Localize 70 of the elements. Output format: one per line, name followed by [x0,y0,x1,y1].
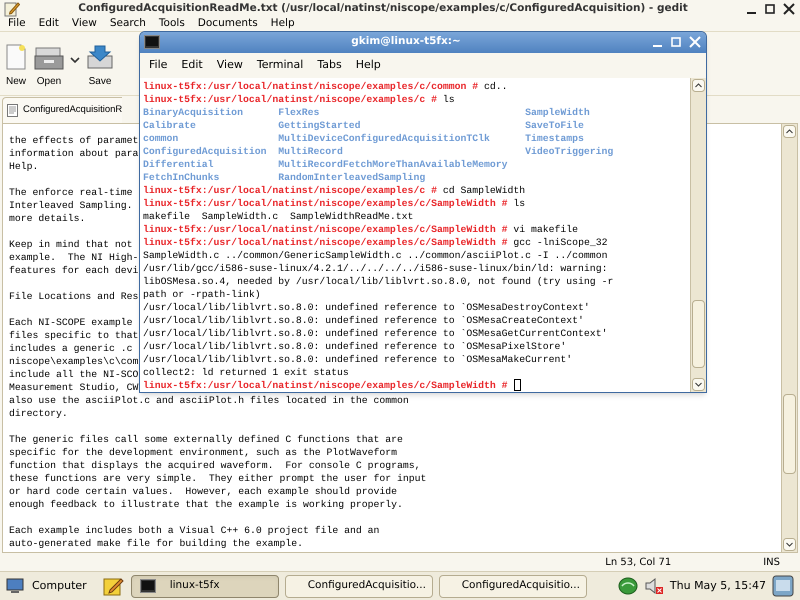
shell-command: vi makefile [512,223,578,236]
window-title: ConfiguredAcquisitionReadMe.txt (/usr/local/natinst/niscope/examples/c/ConfiguredAcquisition) - gedit [78,0,688,16]
directory-name: ConfiguredAcquisition [143,146,266,157]
directory-name: RandomInterleavedSampling [278,172,426,183]
terminal-output: /usr/local/lib/liblvrt.so.8.0: undefined reference to `OSMesaMakeCurrent' [143,353,572,366]
text-line: directory. [9,407,68,420]
text-line: Help. [9,160,38,173]
text-line: example. The NI High- [9,251,138,264]
directory-name: MultiRecord [278,146,343,157]
text-line: enough feedback to illustrate that the example is working properly. [9,498,403,511]
shell-prompt: linux-t5fx:/usr/local/natinst/niscope/examples/c/common # [143,80,478,93]
directory-name: MultiDeviceConfiguredAcquisitionTClk [278,133,490,144]
text-line: more details. [9,212,86,225]
directory-name: MultiRecordFetchMoreThanAvailableMemory [278,159,508,170]
text-line: Keep in mind that not [9,238,132,251]
shell-command: ls [442,93,455,106]
text-line: auto-generated make file for building the example. [9,537,303,550]
shell-prompt: linux-t5fx:/usr/local/natinst/niscope/examples/c/SampleWidth # [143,379,508,392]
terminal-output: libOSMesa.so.4, needed by /usr/local/lib/liblvrt.so.8.0, not found (try using -r [143,275,614,288]
text-line: information about para [9,147,138,160]
cursor-position: Ln 53, Col 71 [605,556,672,570]
terminal-output: SampleWidth.c ../common/GenericSampleWidth.c ../common/asciiPlot.c -I ../common [143,249,608,262]
text-line: the effects of paramet [9,134,138,147]
terminal-output: collect2: ld returned 1 exit status [143,366,349,379]
text-line: or hard code certain values. However, each example should provide [9,485,398,498]
shell-prompt: linux-t5fx:/usr/local/natinst/niscope/examples/c/SampleWidth # [143,197,508,210]
terminal-output: /usr/local/lib/liblvrt.so.8.0: undefined reference to `OSMesaGetCurrentContext' [143,327,608,340]
shell-command: cd.. [482,80,508,93]
text-line: function that displays the acquired waveform. For console C programs, [9,459,421,472]
terminal-output: /usr/lib/gcc/i586-suse-linux/4.2.1/../../../../i586-suse-linux/bin/ld: warning: [143,262,608,275]
text-line: Each example includes both a Visual C++ 6.0 project file and an [9,524,380,537]
shell-prompt: linux-t5fx:/usr/local/natinst/niscope/examples/c/SampleWidth # [143,223,508,236]
text-line: The generic files call some externally defined C functions that are [9,433,403,446]
terminal-output: path or -rpath-link) [143,288,261,301]
directory-name: VideoTriggering [525,146,614,157]
directory-name: FlexRes [278,107,320,118]
text-line: also use the asciiPlot.c and asciiPlot.h files located in the common [9,394,409,407]
text-line: these functions are very simple. They either prompt the user for input [9,472,426,485]
terminal-output: /usr/local/lib/liblvrt.so.8.0: undefined reference to `OSMesaCreateContext' [143,314,584,327]
text-line: includes a generic .c [9,342,132,355]
shell-prompt: linux-t5fx:/usr/local/natinst/niscope/examples/c # [143,93,437,106]
text-line: features for each devi [9,264,138,277]
shell-prompt: linux-t5fx:/usr/local/natinst/niscope/examples/c # [143,184,437,197]
directory-name: SampleWidth [525,107,590,118]
text-line: include all the NI-SCO [9,368,138,381]
directory-name: Timestamps [525,133,584,144]
text-line: Each NI-SCOPE example [9,316,132,329]
directory-name: GettingStarted [278,120,361,131]
directory-name: BinaryAcquisition [143,107,243,118]
text-line: The enforce real-time [9,186,132,199]
text-line: specific for the development environment, such as the PlotWaveform [9,446,398,459]
terminal-output: /usr/local/lib/liblvrt.so.8.0: undefined reference to `OSMesaDestroyContext' [143,301,590,314]
text-line: niscope\examples\c\com [9,355,138,368]
window-title: gkim@linux-t5fx:~ [351,34,461,50]
directory-name: Differential [143,159,214,170]
shell-command: ls [512,197,526,210]
text-line: files specific to that [9,329,138,342]
text-line: Measurement Studio, CW [9,381,138,394]
directory-name: common [143,133,178,144]
directory-name: SaveToFile [525,120,584,131]
insert-mode: INS [763,556,780,570]
text-line: Interleaved Sampling. [9,199,132,212]
shell-prompt: linux-t5fx:/usr/local/natinst/niscope/examples/c/SampleWidth # [143,236,508,249]
directory-name: FetchInChunks [143,172,220,183]
shell-command: cd SampleWidth [442,184,526,197]
directory-name: Calibrate [143,120,196,131]
terminal-output: /usr/local/lib/liblvrt.so.8.0: undefined reference to `OSMesaPixelStore' [143,340,566,353]
shell-command: gcc -lniScope_32 [512,236,608,249]
text-line: File Locations and Res [9,290,138,303]
terminal-output: makefile SampleWidth.c SampleWidthReadMe.txt [143,210,414,223]
